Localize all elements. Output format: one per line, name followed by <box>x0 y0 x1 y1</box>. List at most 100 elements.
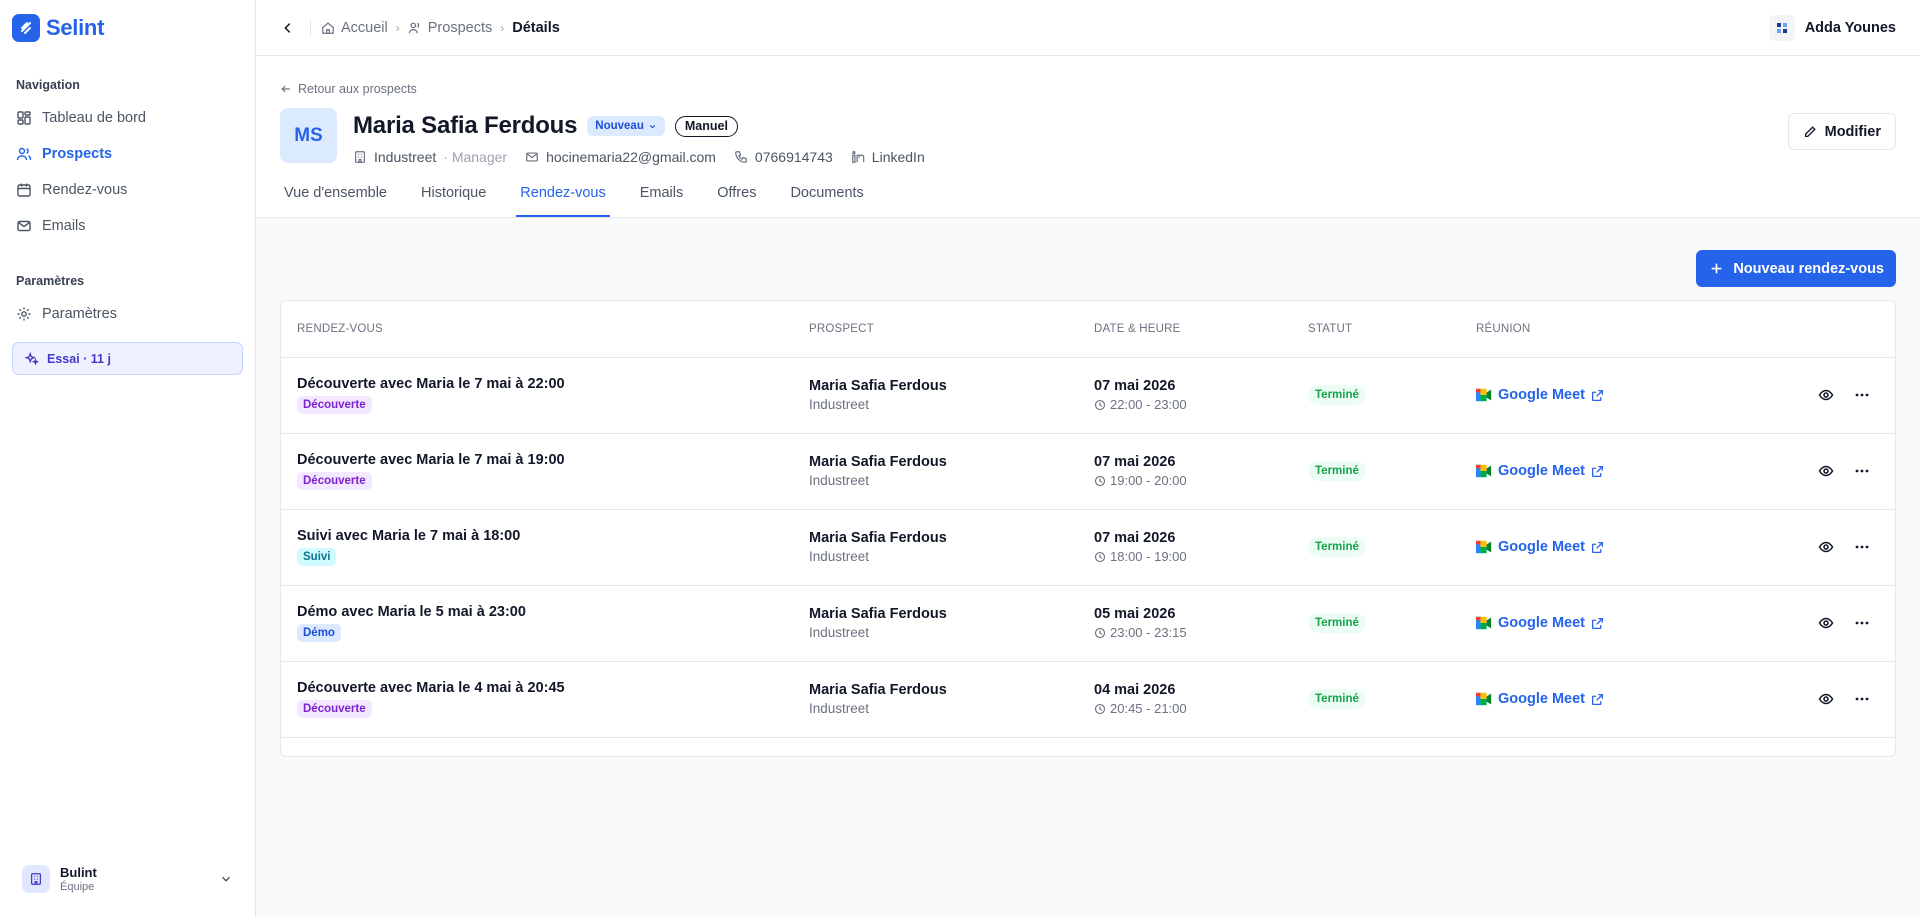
appointment-title[interactable]: Découverte avec Maria le 7 mai à 22:00 <box>297 376 777 392</box>
cell-actions <box>1775 585 1895 662</box>
appointment-title[interactable]: Découverte avec Maria le 4 mai à 20:45 <box>297 680 777 696</box>
new-appointment-button[interactable]: Nouveau rendez-vous <box>1696 250 1896 287</box>
view-button[interactable] <box>1817 538 1835 556</box>
cell-date: 07 mai 2026 19:00 - 20:00 <box>1078 433 1292 510</box>
table-row[interactable]: Découverte avec Maria le 7 mai à 22:00 D… <box>281 357 1895 434</box>
sidebar-item-emails[interactable]: Emails <box>12 208 243 244</box>
google-meet-link[interactable]: Google Meet <box>1476 387 1759 403</box>
brand-name: Selint <box>46 15 105 40</box>
dashboard-icon <box>17 111 31 125</box>
external-link-icon <box>1591 617 1604 629</box>
team-switcher[interactable]: Bulint Équipe <box>12 855 243 903</box>
appointment-date: 04 mai 2026 <box>1094 682 1176 698</box>
sidebar-item-dashboard[interactable]: Tableau de bord <box>12 100 243 136</box>
breadcrumb-home[interactable]: Accueil <box>321 20 388 36</box>
time-range: 23:00 - 23:15 <box>1110 625 1187 640</box>
cell-actions <box>1775 509 1895 586</box>
appointment-date: 05 mai 2026 <box>1094 606 1176 622</box>
view-button[interactable] <box>1817 386 1835 404</box>
more-button[interactable] <box>1853 538 1871 556</box>
table-row[interactable]: Découverte avec Maria le 7 mai à 19:00 D… <box>281 433 1895 510</box>
company-meta: Industreet · Manager <box>353 149 507 165</box>
job-title: · Manager <box>443 149 508 165</box>
google-meet-link[interactable]: Google Meet <box>1476 691 1759 707</box>
col-prospect: Prospect <box>793 301 1078 358</box>
brand[interactable]: Selint <box>0 0 255 56</box>
appointment-title[interactable]: Suivi avec Maria le 7 mai à 18:00 <box>297 528 777 544</box>
tab-emails[interactable]: Emails <box>636 185 688 217</box>
building-icon <box>22 865 50 893</box>
contact-meta: Industreet · Manager hocinemaria22@gmail… <box>353 149 925 165</box>
google-meet-link[interactable]: Google Meet <box>1476 615 1759 631</box>
row-actions <box>1791 386 1879 404</box>
table-row[interactable]: Découverte avec Maria le 4 mai à 20:45 D… <box>281 661 1895 738</box>
appointment-time: 23:00 - 23:15 <box>1094 625 1276 640</box>
col-actions <box>1775 301 1895 358</box>
status-badge[interactable]: Nouveau <box>587 116 665 136</box>
chevron-down-icon <box>222 876 230 882</box>
prospect-name: Maria Safia Ferdous <box>809 682 947 698</box>
clock-icon <box>1094 551 1106 562</box>
time-range: 18:00 - 19:00 <box>1110 549 1187 564</box>
back-button[interactable] <box>276 16 300 40</box>
time-range: 22:00 - 23:00 <box>1110 397 1187 412</box>
linkedin-meta[interactable]: LinkedIn <box>851 149 925 165</box>
cell-meeting: Google Meet <box>1460 357 1775 434</box>
google-meet-icon <box>1476 388 1492 402</box>
cell-status: Terminé <box>1292 661 1460 738</box>
sidebar-item-parametres[interactable]: Paramètres <box>12 296 243 332</box>
appointment-type-tag: Démo <box>297 624 341 642</box>
appointment-type-tag: Découverte <box>297 472 372 490</box>
more-button[interactable] <box>1853 462 1871 480</box>
col-rendez-vous: Rendez-vous <box>281 301 793 358</box>
tab-overview[interactable]: Vue d'ensemble <box>280 185 391 217</box>
breadcrumb: Accueil › Prospects › Détails <box>321 20 1769 36</box>
user-menu[interactable]: Adda Younes <box>1768 14 1896 41</box>
col-status: Statut <box>1292 301 1460 358</box>
view-button[interactable] <box>1817 462 1835 480</box>
breadcrumb-prospects[interactable]: Prospects <box>408 20 492 36</box>
tab-history[interactable]: Historique <box>417 185 490 217</box>
more-button[interactable] <box>1853 690 1871 708</box>
trial-badge[interactable]: Essai · 11 j <box>12 342 243 375</box>
toolbar: Nouveau rendez-vous <box>280 250 1896 287</box>
google-meet-link[interactable]: Google Meet <box>1476 463 1759 479</box>
more-button[interactable] <box>1853 614 1871 632</box>
topbar: Accueil › Prospects › Détails Adda Youne… <box>256 0 1920 56</box>
sidebar-item-rendez-vous[interactable]: Rendez-vous <box>12 172 243 208</box>
appointment-title[interactable]: Découverte avec Maria le 7 mai à 19:00 <box>297 452 777 468</box>
tab-rendez-vous[interactable]: Rendez-vous <box>516 185 610 217</box>
more-button[interactable] <box>1853 386 1871 404</box>
cell-actions <box>1775 357 1895 434</box>
tab-offers[interactable]: Offres <box>713 185 760 217</box>
users-icon <box>408 22 419 33</box>
appointment-title[interactable]: Démo avec Maria le 5 mai à 23:00 <box>297 604 777 620</box>
view-button[interactable] <box>1817 614 1835 632</box>
google-meet-link[interactable]: Google Meet <box>1476 539 1759 555</box>
back-to-prospects-link[interactable]: Retour aux prospects <box>280 82 1896 96</box>
cell-meeting: Google Meet <box>1460 509 1775 586</box>
phone-meta[interactable]: 0766914743 <box>734 149 833 165</box>
view-button[interactable] <box>1817 690 1835 708</box>
sidebar-item-prospects[interactable]: Prospects <box>12 136 243 172</box>
eye-icon <box>1818 693 1834 705</box>
table-row[interactable]: Suivi avec Maria le 7 mai à 18:00 Suivi … <box>281 509 1895 586</box>
tab-documents[interactable]: Documents <box>786 185 867 217</box>
sidebar-item-label: Tableau de bord <box>42 110 146 126</box>
cell-rendez-vous: Découverte avec Maria le 7 mai à 22:00 D… <box>281 357 793 434</box>
arrow-left-icon <box>281 85 290 93</box>
email-meta[interactable]: hocinemaria22@gmail.com <box>525 149 716 165</box>
appointments-content: Nouveau rendez-vous Rendez-vous Prospect… <box>256 218 1920 917</box>
linkedin-label: LinkedIn <box>871 149 925 165</box>
divider <box>310 18 311 37</box>
more-horizontal-icon <box>1855 545 1869 549</box>
building-icon <box>355 151 365 163</box>
cell-actions <box>1775 661 1895 738</box>
clock-icon <box>1094 703 1106 714</box>
cell-actions <box>1775 433 1895 510</box>
breadcrumb-label: Prospects <box>427 19 493 36</box>
appointment-type-tag: Découverte <box>297 396 372 414</box>
table-row[interactable]: Démo avec Maria le 5 mai à 23:00 Démo Ma… <box>281 585 1895 662</box>
edit-button[interactable]: Modifier <box>1787 113 1896 150</box>
table-body: Découverte avec Maria le 7 mai à 22:00 D… <box>281 357 1895 738</box>
